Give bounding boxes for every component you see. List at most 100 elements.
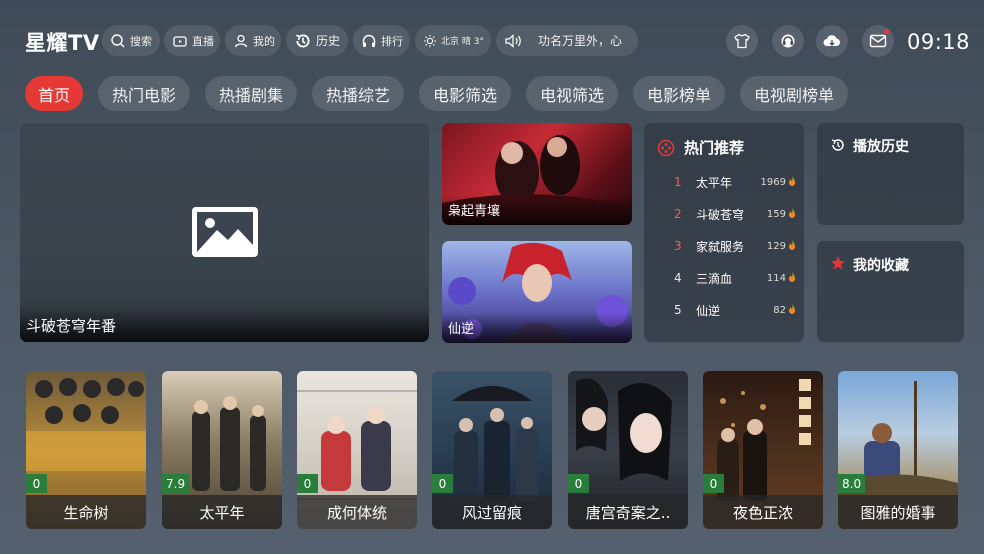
live-button[interactable]: 直播 <box>164 25 220 56</box>
favorites-title: 我的收藏 <box>853 258 909 274</box>
poster-title: 夜色正浓 <box>703 495 823 529</box>
poster-title: 生命树 <box>26 495 146 529</box>
speaker-icon <box>505 33 521 48</box>
hot-count: 114 <box>766 272 786 284</box>
history-button[interactable]: 历史 <box>286 25 348 56</box>
hot-count: 159 <box>766 208 786 220</box>
score-badge: 0 <box>703 474 724 493</box>
fire-icon <box>789 240 795 250</box>
hot-name: 太平年 <box>696 175 733 190</box>
live-label: 直播 <box>192 34 214 48</box>
mail-icon <box>869 34 887 48</box>
top-bar: 星耀TV 搜索 直播 我的 历史 排行 北京 晴 3° 功名万里外，心 09:1… <box>0 0 984 80</box>
poster-card[interactable]: 0 成何体统 <box>297 371 417 529</box>
wardrobe-button[interactable] <box>726 25 758 57</box>
unread-dot <box>884 29 889 34</box>
tv-icon <box>173 35 187 47</box>
hot-rank: 5 <box>674 303 682 317</box>
poster-title: 风过留痕 <box>432 495 552 529</box>
side-card-1[interactable]: 枭起青壤 <box>442 123 632 225</box>
ticker-text: 功名万里外，心 <box>538 34 623 48</box>
hot-item[interactable]: 3 家弑服务 129 <box>644 236 804 256</box>
hot-name: 家弑服务 <box>696 239 744 254</box>
tab-hot-movies[interactable]: 热门电影 <box>98 76 190 111</box>
hot-count: 82 <box>773 304 786 316</box>
sun-icon <box>423 34 437 47</box>
tab-hot-series[interactable]: 热播剧集 <box>205 76 297 111</box>
support-button[interactable] <box>772 25 804 57</box>
mine-button[interactable]: 我的 <box>225 25 281 56</box>
tab-tv-ranking[interactable]: 电视剧榜单 <box>740 76 848 111</box>
category-tabs: 首页 热门电影 热播剧集 热播综艺 电影筛选 电视筛选 电影榜单 电视剧榜单 <box>0 76 984 112</box>
poster-card[interactable]: 8.0 图雅的婚事 <box>838 371 958 529</box>
side-card-1-title: 枭起青壤 <box>442 195 632 225</box>
cloud-button[interactable] <box>816 25 848 57</box>
hot-name: 三滴血 <box>696 271 733 286</box>
tab-hot-variety[interactable]: 热播综艺 <box>312 76 404 111</box>
play-history-card[interactable]: 播放历史 <box>817 123 964 225</box>
app-logo: 星耀TV <box>25 31 100 55</box>
hot-count: 1969 <box>760 176 786 188</box>
poster-card[interactable]: 0 风过留痕 <box>432 371 552 529</box>
history-icon <box>296 33 310 47</box>
poster-title: 太平年 <box>162 495 282 529</box>
tab-tv-filter[interactable]: 电视筛选 <box>526 76 618 111</box>
fire-icon <box>789 304 795 314</box>
clock: 09:18 <box>907 30 971 54</box>
cloud-icon <box>823 35 840 46</box>
poster-card[interactable]: 0 夜色正浓 <box>703 371 823 529</box>
side-card-2-title: 仙逆 <box>442 313 632 343</box>
star-icon <box>831 256 845 270</box>
hot-rank: 2 <box>674 207 682 221</box>
tab-movie-ranking[interactable]: 电影榜单 <box>633 76 725 111</box>
mine-label: 我的 <box>253 34 275 48</box>
score-badge: 0 <box>297 474 318 493</box>
tab-home[interactable]: 首页 <box>25 76 83 111</box>
fire-icon <box>789 272 795 282</box>
tab-movie-filter[interactable]: 电影筛选 <box>419 76 511 111</box>
hot-recommend-title: 热门推荐 <box>684 139 745 157</box>
poster-card[interactable]: 7.9 太平年 <box>162 371 282 529</box>
hot-rank: 1 <box>674 175 682 189</box>
ticker-bar[interactable]: 功名万里外，心 <box>496 25 638 56</box>
score-badge: 0 <box>568 474 589 493</box>
fire-icon <box>789 208 795 218</box>
ranking-button[interactable]: 排行 <box>353 25 410 56</box>
poster-card[interactable]: 0 唐宫奇案之.. <box>568 371 688 529</box>
favorites-card[interactable]: 我的收藏 <box>817 241 964 342</box>
side-card-2[interactable]: 仙逆 <box>442 241 632 343</box>
history-icon <box>831 139 844 151</box>
hot-item[interactable]: 1 太平年 1969 <box>644 172 804 192</box>
ranking-label: 排行 <box>381 34 403 48</box>
poster-card[interactable]: 0 生命树 <box>26 371 146 529</box>
fire-icon <box>789 176 795 186</box>
history-label: 历史 <box>316 34 341 48</box>
weather-text: 北京 晴 3° <box>441 37 484 47</box>
hot-rank: 3 <box>674 239 682 253</box>
search-label: 搜索 <box>130 34 152 48</box>
hot-name: 仙逆 <box>696 303 721 318</box>
messages-button[interactable] <box>862 25 894 57</box>
hot-item[interactable]: 5 仙逆 82 <box>644 300 804 320</box>
hot-count: 129 <box>766 240 786 252</box>
search-button[interactable]: 搜索 <box>102 25 160 56</box>
poster-title: 成何体统 <box>297 495 417 529</box>
hot-item[interactable]: 2 斗破苍穹年番 159 <box>644 204 804 224</box>
score-badge: 0 <box>26 474 47 493</box>
support-icon <box>781 34 795 48</box>
score-badge: 8.0 <box>838 474 866 493</box>
poster-title: 唐宫奇案之.. <box>568 495 688 529</box>
poster-title: 图雅的婚事 <box>838 495 958 529</box>
featured-title: 斗破苍穹年番 <box>20 308 429 342</box>
film-reel-icon <box>657 139 675 157</box>
hot-item[interactable]: 4 三滴血 114 <box>644 268 804 288</box>
score-badge: 0 <box>432 474 453 493</box>
search-icon <box>111 33 125 47</box>
weather-widget: 北京 晴 3° <box>415 25 491 56</box>
user-icon <box>234 34 248 47</box>
shirt-icon <box>734 33 750 49</box>
headphones-icon <box>362 34 376 47</box>
featured-card[interactable]: 斗破苍穹年番 <box>20 123 429 342</box>
hot-rank: 4 <box>674 271 682 285</box>
hot-recommend-panel: 热门推荐 1 太平年 1969 2 斗破苍穹年番 159 3 家弑服务 129 … <box>644 123 804 342</box>
